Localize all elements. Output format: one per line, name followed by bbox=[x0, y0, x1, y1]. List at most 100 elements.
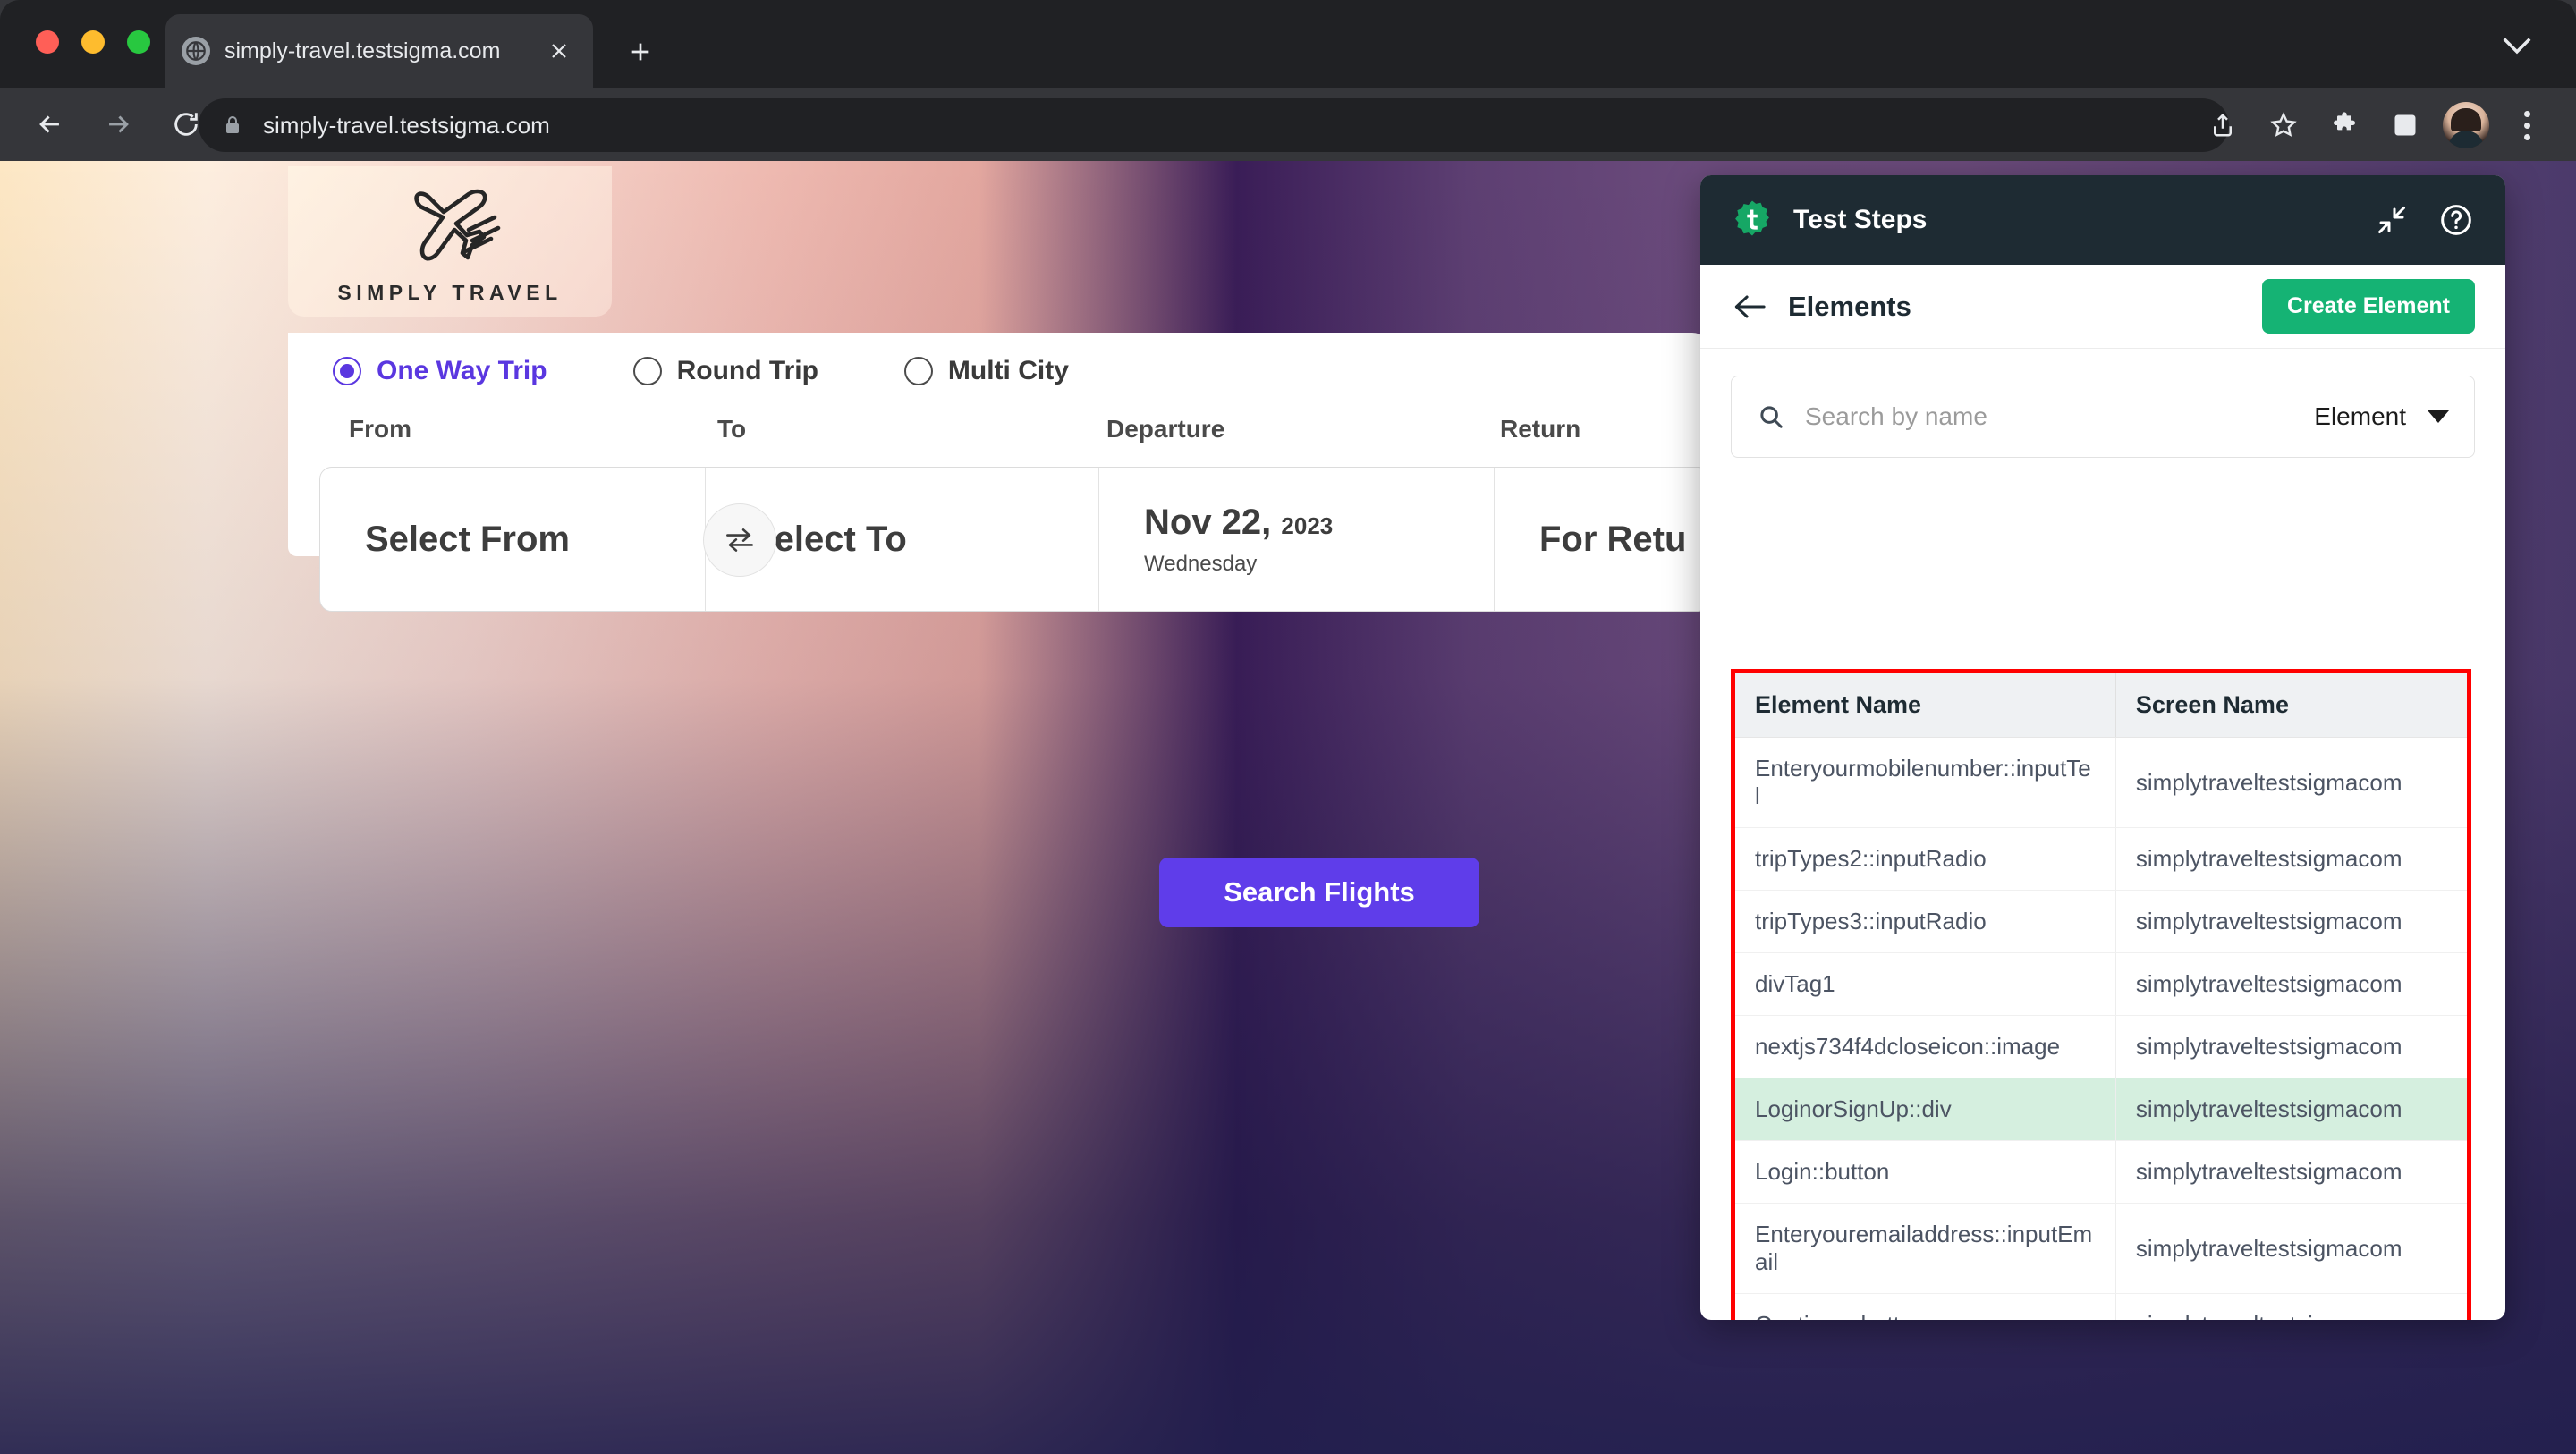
panel-header: Test Steps bbox=[1700, 175, 2505, 265]
close-icon[interactable] bbox=[541, 33, 577, 69]
table-header-row: Element Name Screen Name bbox=[1735, 673, 2467, 738]
panel-header-actions bbox=[2373, 201, 2475, 239]
back-arrow-icon[interactable] bbox=[1731, 288, 1768, 325]
testsigma-badge-icon bbox=[1731, 199, 1774, 241]
search-input[interactable] bbox=[1805, 402, 2315, 431]
address-bar-url: simply-travel.testsigma.com bbox=[263, 111, 550, 139]
table-row[interactable]: Login::button simplytraveltestsigmacom bbox=[1735, 1140, 2467, 1204]
return-field[interactable]: For Retu bbox=[1494, 468, 1709, 611]
element-search-bar[interactable]: Element bbox=[1731, 376, 2475, 458]
extensions-puzzle-icon[interactable] bbox=[2318, 99, 2370, 151]
cell-screen-name: simplytraveltestsigmacom bbox=[2115, 1015, 2467, 1078]
trip-type-round-trip[interactable]: Round Trip bbox=[632, 356, 818, 386]
flight-fields-row: Select From Select To Nov 22, 2023 Wedne… bbox=[319, 467, 1710, 612]
table-row[interactable]: Enteryourmobilenumber::inputTel simplytra… bbox=[1735, 737, 2467, 828]
trip-type-multi-city[interactable]: Multi City bbox=[903, 356, 1069, 386]
from-field[interactable]: Select From bbox=[320, 468, 705, 611]
trip-type-label: Multi City bbox=[947, 356, 1069, 385]
test-steps-panel: Test Steps Elements Create Element Searc… bbox=[1700, 175, 2505, 1320]
cell-screen-name: simplytraveltestsigmacom bbox=[2115, 1203, 2467, 1294]
cell-screen-name: simplytraveltestsigmacom bbox=[2115, 952, 2467, 1016]
table-row[interactable]: Continue::buttonsimplytraveltestsigmacom bbox=[1735, 1293, 2467, 1320]
cell-element-name: nextjs734f4dcloseicon::image bbox=[1735, 1015, 2116, 1078]
table-row[interactable]: tripTypes2::inputRadio simplytraveltestsi… bbox=[1735, 827, 2467, 891]
radio-icon[interactable] bbox=[903, 357, 933, 385]
trip-type-group: One Way Trip Round Trip Multi City bbox=[288, 333, 1710, 410]
forward-arrow-icon[interactable] bbox=[91, 97, 145, 151]
field-label-departure: Departure bbox=[1106, 415, 1225, 443]
help-question-icon[interactable] bbox=[2437, 201, 2475, 239]
new-tab-button[interactable] bbox=[617, 29, 664, 75]
swap-arrows-icon[interactable] bbox=[703, 503, 776, 577]
cell-screen-name: simplytraveltestsigmacom bbox=[2115, 827, 2467, 891]
table-row[interactable]: Enteryouremailaddress::inputEmail simplyt… bbox=[1735, 1203, 2467, 1294]
back-arrow-icon[interactable] bbox=[23, 97, 77, 151]
chevron-down-icon[interactable] bbox=[2497, 30, 2537, 59]
page-viewport: SIMPLY TRAVEL One Way Trip Round Trip Mu… bbox=[0, 161, 2576, 1454]
cell-element-name: Continue::button bbox=[1735, 1293, 2116, 1320]
trip-type-label: One Way Trip bbox=[377, 356, 547, 385]
trip-type-one-way[interactable]: One Way Trip bbox=[333, 356, 547, 386]
elements-table-highlight: Element Name Screen Name Enteryourmobile… bbox=[1731, 669, 2471, 1320]
browser-tab[interactable]: simply-travel.testsigma.com bbox=[165, 14, 593, 88]
cell-screen-name: simplytraveltestsigmacom bbox=[2115, 1078, 2467, 1141]
departure-date-text: Nov 22, bbox=[1144, 502, 1272, 542]
departure-date: Nov 22, 2023 bbox=[1144, 503, 1494, 543]
table-row[interactable]: nextjs734f4dcloseicon::image simplytravel… bbox=[1735, 1015, 2467, 1078]
close-window-button[interactable] bbox=[36, 30, 59, 54]
cell-element-name: Enteryouremailaddress::inputEmail bbox=[1735, 1203, 2116, 1294]
panel-subheader: Elements Create Element bbox=[1700, 265, 2505, 349]
table-row[interactable]: LoginorSignUp::div simplytraveltestsigmac… bbox=[1735, 1078, 2467, 1141]
field-label-return: Return bbox=[1500, 415, 1581, 443]
radio-icon[interactable] bbox=[333, 357, 361, 385]
field-label-row: From To Departure Return bbox=[288, 415, 1710, 460]
browser-toolbar: simply-travel.testsigma.com bbox=[0, 88, 2576, 161]
cell-element-name: Login::button bbox=[1735, 1140, 2116, 1204]
flight-search-card: One Way Trip Round Trip Multi City From … bbox=[288, 333, 1710, 612]
panel-title: Test Steps bbox=[1793, 205, 1928, 234]
cell-screen-name: simplytraveltestsigmacom bbox=[2115, 1140, 2467, 1204]
collapse-inward-icon[interactable] bbox=[2373, 201, 2411, 239]
departure-year: 2023 bbox=[1281, 511, 1334, 539]
column-header-screen-name[interactable]: Screen Name bbox=[2115, 673, 2467, 738]
cell-screen-name: simplytraveltestsigmacom bbox=[2115, 890, 2467, 953]
lock-icon bbox=[222, 114, 243, 137]
cell-screen-name: simplytraveltestsigmacom bbox=[2115, 737, 2467, 828]
site-wordmark: SIMPLY TRAVEL bbox=[337, 281, 563, 304]
minimize-window-button[interactable] bbox=[81, 30, 105, 54]
share-icon[interactable] bbox=[2197, 99, 2249, 151]
maximize-window-button[interactable] bbox=[127, 30, 150, 54]
table-row[interactable]: tripTypes3::inputRadio simplytraveltestsi… bbox=[1735, 890, 2467, 953]
avatar[interactable] bbox=[2440, 99, 2492, 151]
elements-table: Element Name Screen Name Enteryourmobile… bbox=[1735, 673, 2467, 1320]
radio-icon[interactable] bbox=[632, 357, 662, 385]
to-value: Select To bbox=[750, 519, 907, 559]
departure-weekday: Wednesday bbox=[1144, 551, 1258, 576]
table-row[interactable]: divTag1 simplytraveltestsigmacom bbox=[1735, 952, 2467, 1016]
cell-screen-name: simplytraveltestsigmacom bbox=[2115, 1293, 2467, 1320]
search-flights-button[interactable]: Search Flights bbox=[1159, 858, 1479, 927]
column-header-element-name[interactable]: Element Name bbox=[1735, 673, 2116, 738]
address-bar[interactable]: simply-travel.testsigma.com bbox=[199, 98, 2229, 152]
side-panel-icon[interactable] bbox=[2379, 99, 2431, 151]
elements-table-body: Enteryourmobilenumber::inputTel simplytra… bbox=[1735, 737, 2467, 1320]
field-label-to: To bbox=[717, 415, 747, 443]
airplane-icon bbox=[394, 173, 506, 270]
window-traffic-lights bbox=[36, 30, 150, 54]
browser-window: simply-travel.testsigma.com simply-trave… bbox=[0, 0, 2576, 1454]
return-value: For Retu bbox=[1539, 519, 1687, 559]
departure-field[interactable]: Nov 22, 2023 Wednesday bbox=[1098, 468, 1494, 611]
site-logo[interactable]: SIMPLY TRAVEL bbox=[288, 166, 612, 317]
chevron-down-icon[interactable] bbox=[2428, 410, 2449, 423]
kebab-menu-icon[interactable] bbox=[2501, 99, 2553, 151]
tab-title: simply-travel.testsigma.com bbox=[225, 38, 501, 63]
cell-element-name: Enteryourmobilenumber::inputTel bbox=[1735, 737, 2116, 828]
globe-icon bbox=[182, 37, 210, 65]
search-type-label: Element bbox=[2314, 402, 2406, 430]
from-value: Select From bbox=[365, 519, 570, 559]
toolbar-icons bbox=[2197, 98, 2553, 152]
search-bar-wrapper: Element bbox=[1700, 349, 2505, 458]
create-element-button[interactable]: Create Element bbox=[2261, 279, 2475, 334]
bookmark-star-icon[interactable] bbox=[2258, 99, 2309, 151]
cell-element-name: tripTypes2::inputRadio bbox=[1735, 827, 2116, 891]
